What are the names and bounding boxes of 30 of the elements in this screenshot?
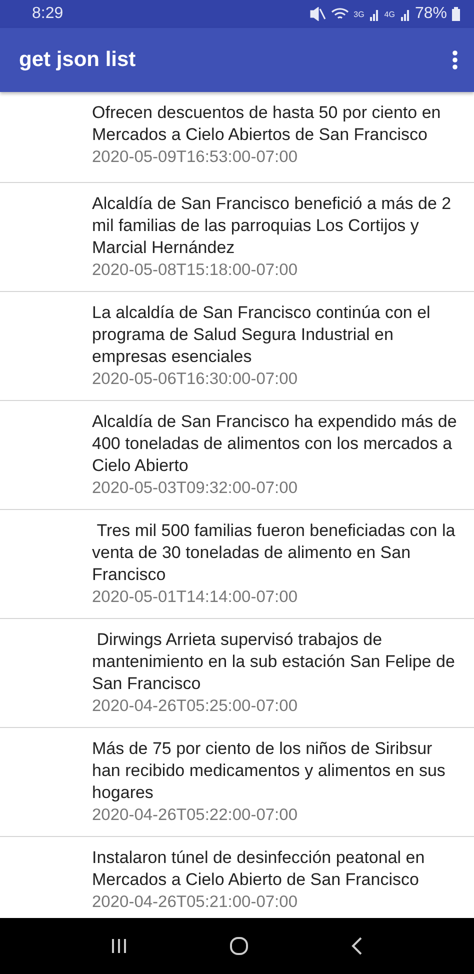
home-icon xyxy=(229,936,249,956)
news-title[interactable]: Dirwings Arrieta supervisó trabajos de mantenimiento en la sub estación San Felipe de San Francisco xyxy=(92,629,460,695)
news-date: 2020-04-26T05:21:00-07:00 xyxy=(92,892,298,913)
news-date: 2020-05-03T09:32:00-07:00 xyxy=(92,478,298,499)
news-date: 2020-05-08T15:18:00-07:00 xyxy=(92,260,298,281)
news-date: 2020-04-26T05:25:00-07:00 xyxy=(92,696,298,717)
back-icon xyxy=(351,937,363,955)
network-label: 4G xyxy=(384,11,395,19)
news-title[interactable]: Alcaldía de San Francisco benefició a más de 2 mil familias de las parroquias Los Cortijos y Marcial Hernández xyxy=(92,193,460,259)
news-title[interactable]: Tres mil 500 familias fueron beneficiadas con la venta de 30 toneladas de alimento en San Francisco xyxy=(92,520,460,586)
news-title[interactable]: La alcaldía de San Francisco continúa con el programa de Salud Segura Industrial en empresas esenciales xyxy=(92,302,460,368)
news-date: 2020-05-06T16:30:00-07:00 xyxy=(92,369,298,390)
wifi-icon xyxy=(330,7,349,21)
network-label: 3G xyxy=(354,11,364,19)
news-date: 2020-05-01T14:14:00-07:00 xyxy=(92,587,298,608)
news-title[interactable]: Ofrecen descuentos de hasta 50 por ciento en Mercados a Cielo Abiertos de San Francisco xyxy=(92,102,460,146)
news-date: 2020-04-26T05:22:00-07:00 xyxy=(92,805,298,826)
news-title[interactable]: Más de 75 por ciento de los niños de Siribsur han recibido medicamentos y alimentos en sus hogares xyxy=(92,738,460,804)
battery-icon xyxy=(452,7,460,21)
signal-icon xyxy=(369,8,380,20)
news-title[interactable]: Instalaron túnel de desinfección peatonal en Mercados a Cielo Abierto de San Francisco xyxy=(92,847,460,891)
news-title[interactable]: Alcaldía de San Francisco ha expendido más de 400 toneladas de alimentos con los mercados a Cielo Abierto xyxy=(92,411,460,477)
news-date: 2020-05-09T16:53:00-07:00 xyxy=(92,147,298,168)
signal-icon xyxy=(400,8,410,20)
menu-icon xyxy=(452,50,458,70)
battery-percent: 78% xyxy=(414,5,447,23)
mute-icon xyxy=(310,7,326,21)
status-time: 8:29 xyxy=(32,5,64,23)
recent-apps-icon xyxy=(111,938,127,954)
app-title: get json list xyxy=(19,48,137,72)
